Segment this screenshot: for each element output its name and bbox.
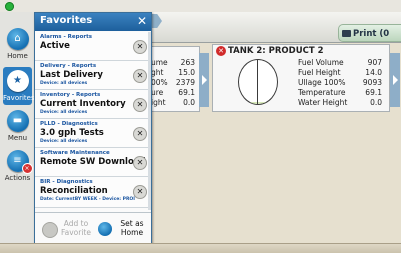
tank2-value-4: 0.0 bbox=[370, 98, 382, 107]
tank1-next-arrow[interactable] bbox=[199, 53, 209, 107]
favorite-name: Last Delivery bbox=[40, 70, 103, 80]
favorite-category: PLLD - Diagnostics bbox=[40, 121, 98, 127]
nav-menu[interactable]: ▬ Menu bbox=[3, 110, 32, 142]
tank2-value-0: 907 bbox=[367, 58, 382, 67]
nav-actions[interactable]: ≡ × Actions bbox=[3, 150, 33, 182]
print-button[interactable]: Print (0 bbox=[338, 24, 401, 42]
favorite-device: Device: all devices bbox=[40, 81, 88, 86]
tank1-label-3: ure bbox=[151, 88, 164, 97]
favorite-item[interactable]: Inventory - Reports Current Inventory De… bbox=[35, 90, 151, 119]
tank-gauge-line bbox=[257, 60, 258, 104]
nav-menu-label: Menu bbox=[7, 134, 28, 142]
favorites-title: Favorites bbox=[40, 15, 93, 26]
add-to-favorite-button[interactable]: Add to Favorite bbox=[39, 216, 95, 242]
tank1-value-1: 15.0 bbox=[178, 68, 195, 77]
remove-favorite-button[interactable]: ✕ bbox=[133, 127, 147, 141]
remove-favorite-button[interactable]: ✕ bbox=[133, 185, 147, 199]
system-status-icon[interactable] bbox=[5, 2, 14, 11]
print-label: Print (0 bbox=[353, 29, 390, 39]
add-favorite-icon bbox=[42, 222, 58, 238]
remove-favorite-button[interactable]: ✕ bbox=[133, 156, 147, 170]
status-bar bbox=[0, 0, 401, 12]
favorite-name: Active bbox=[40, 41, 70, 51]
favorite-device: Device: all devices bbox=[40, 139, 88, 144]
tank-alarm-icon: ✕ bbox=[216, 46, 226, 56]
tank1-value-2: 2379 bbox=[175, 78, 195, 87]
nav-home-label: Home bbox=[7, 52, 28, 60]
tank2-title: TANK 2: PRODUCT 2 bbox=[228, 46, 324, 56]
favorite-item[interactable]: PLLD - Diagnostics 3.0 gph Tests Device:… bbox=[35, 119, 151, 148]
add-to-favorite-label: Add to Favorite bbox=[61, 219, 91, 237]
tank2-value-1: 14.0 bbox=[365, 68, 382, 77]
tank2-label-3: Temperature bbox=[298, 88, 346, 97]
favorites-scrollbar[interactable] bbox=[148, 32, 151, 210]
remove-favorite-button[interactable]: ✕ bbox=[133, 40, 147, 54]
favorites-header: Favorites ✕ bbox=[35, 13, 151, 31]
actions-alert-icon: × bbox=[21, 163, 33, 174]
favorite-category: Alarms - Reports bbox=[40, 34, 92, 40]
star-icon: ★ bbox=[6, 70, 29, 92]
tank2-value-3: 69.1 bbox=[365, 88, 382, 97]
favorite-item[interactable]: BIR - Diagnostics Reconciliation Date: C… bbox=[35, 177, 151, 208]
tank2-value-2: 9093 bbox=[362, 78, 382, 87]
tank2-values: Fuel Volume 907 Fuel Height 14.0 Ullage … bbox=[290, 56, 386, 109]
favorite-category: Inventory - Reports bbox=[40, 92, 101, 98]
tank1-value-0: 263 bbox=[180, 58, 195, 67]
tank-gauge bbox=[238, 59, 278, 105]
actions-icon: ≡ × bbox=[6, 150, 33, 174]
favorite-device: Device: all devices bbox=[40, 110, 88, 115]
nav-actions-label: Actions bbox=[4, 174, 31, 182]
favorite-category: BIR - Diagnostics bbox=[40, 179, 93, 185]
nav-home[interactable]: ⌂ Home bbox=[3, 28, 32, 60]
favorite-device: Date: CurrentBY WEEK - Device: PROI bbox=[40, 197, 135, 202]
nav-favorites-label: Favorites bbox=[3, 94, 35, 102]
tank2-label-4: Water Height bbox=[298, 98, 348, 107]
tank1-label-4: ight bbox=[151, 98, 166, 107]
tank1-label-0: ume bbox=[151, 58, 168, 67]
tank1-value-4: 0.0 bbox=[183, 98, 195, 107]
favorite-category: Software Maintenance bbox=[40, 150, 110, 156]
favorites-list: Alarms - Reports Active ✕ Delivery - Rep… bbox=[35, 32, 151, 210]
tank1-value-3: 69.1 bbox=[178, 88, 195, 97]
favorite-name: 3.0 gph Tests bbox=[40, 128, 104, 138]
set-as-home-button[interactable]: Set as Home bbox=[95, 216, 151, 242]
remove-favorite-button[interactable]: ✕ bbox=[133, 98, 147, 112]
tank2-label-1: Fuel Height bbox=[298, 68, 341, 77]
tank-gauge-fill bbox=[239, 101, 277, 104]
nav-favorites[interactable]: ★ Favorites bbox=[3, 67, 35, 105]
favorite-name: Remote SW Download bbox=[40, 157, 146, 167]
favorite-category: Delivery - Reports bbox=[40, 63, 97, 69]
remove-favorite-button[interactable]: ✕ bbox=[133, 69, 147, 83]
favorites-footer: Add to Favorite Set as Home bbox=[35, 212, 151, 245]
app-screen: Print (0 ume 263 ght 15.0 00% 2379 ure 6… bbox=[0, 0, 401, 253]
home-icon: ⌂ bbox=[6, 28, 29, 50]
set-home-icon bbox=[98, 222, 112, 236]
menu-icon: ▬ bbox=[6, 110, 29, 132]
printer-icon bbox=[342, 30, 351, 37]
tank1-label-2: 00% bbox=[151, 78, 168, 87]
window-frame bbox=[0, 243, 401, 253]
tank2-label-0: Fuel Volume bbox=[298, 58, 344, 67]
favorite-name: Reconciliation bbox=[40, 186, 108, 196]
tank1-label-1: ght bbox=[151, 68, 164, 77]
favorite-name: Current Inventory bbox=[40, 99, 126, 109]
set-as-home-label: Set as Home bbox=[120, 219, 144, 237]
tank2-label-2: Ullage 100% bbox=[298, 78, 346, 87]
favorite-item[interactable]: Software Maintenance Remote SW Download … bbox=[35, 148, 151, 177]
favorite-item[interactable]: Alarms - Reports Active ✕ bbox=[35, 32, 151, 61]
favorite-item[interactable]: Delivery - Reports Last Delivery Device:… bbox=[35, 61, 151, 90]
nav-rail: ⌂ Home ★ Favorites ▬ Menu ≡ × Actions bbox=[0, 12, 36, 253]
tank2-next-arrow[interactable] bbox=[390, 53, 400, 107]
favorites-panel: Favorites ✕ Alarms - Reports Active ✕ De… bbox=[34, 12, 152, 245]
close-icon[interactable]: ✕ bbox=[137, 14, 147, 28]
